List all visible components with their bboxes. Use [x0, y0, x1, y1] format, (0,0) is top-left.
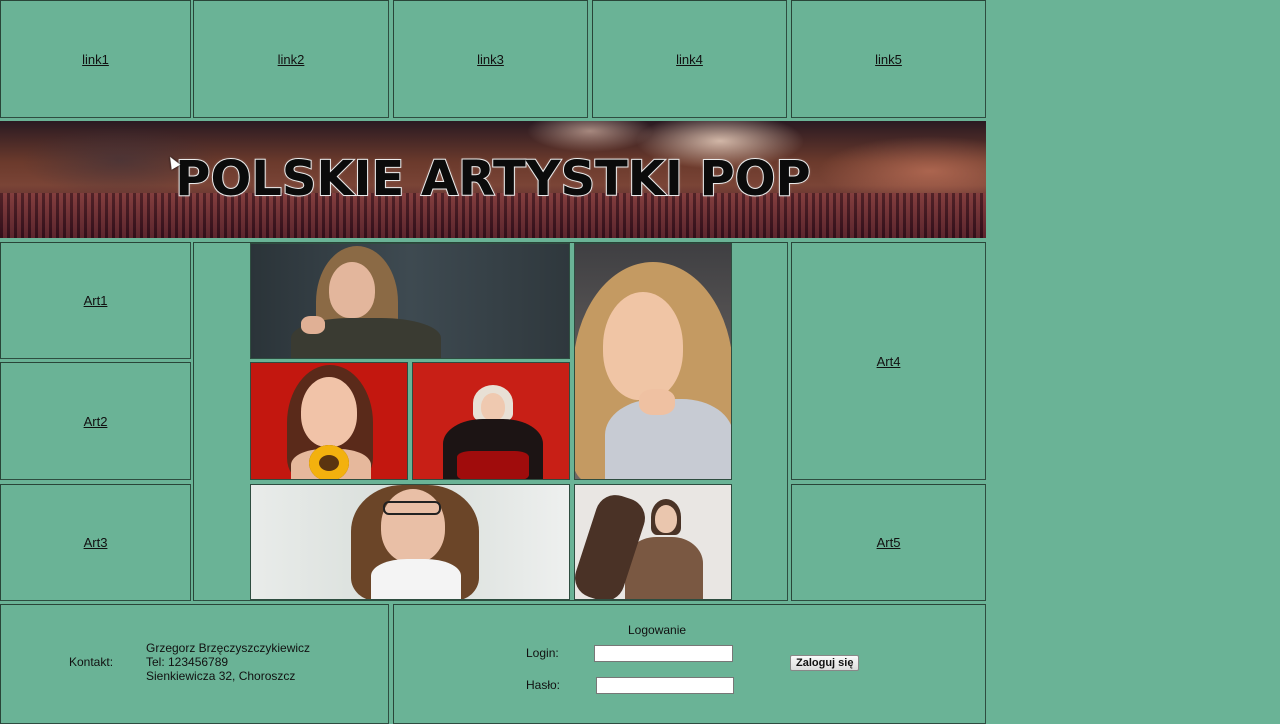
- login-input[interactable]: [594, 645, 733, 662]
- nav-cell-1: link1: [0, 0, 191, 118]
- nav-cell-2: link2: [193, 0, 389, 118]
- artist-cell-5: Art5: [791, 484, 986, 601]
- artist-link-3[interactable]: Art3: [84, 535, 108, 550]
- contact-name: Grzegorz Brzęczyszczykiewicz: [146, 641, 311, 655]
- artist-photo-4: [412, 362, 570, 480]
- banner-title: POLSKIE ARTYSTKI POP: [174, 150, 811, 208]
- login-heading: Logowanie: [628, 623, 687, 637]
- login-submit-button[interactable]: Zaloguj się: [790, 655, 860, 671]
- artist-cell-2: Art2: [0, 362, 191, 480]
- artist-photo-2: [574, 243, 732, 480]
- artist-photo-5: [250, 484, 570, 600]
- artist-photo-1: [250, 243, 570, 359]
- password-input[interactable]: [596, 677, 734, 694]
- artist-link-2[interactable]: Art2: [84, 414, 108, 429]
- nav-link-2[interactable]: link2: [278, 52, 305, 67]
- artist-link-4[interactable]: Art4: [877, 354, 901, 369]
- header-banner: POLSKIE ARTYSTKI POP: [0, 121, 986, 238]
- nav-link-1[interactable]: link1: [82, 52, 109, 67]
- artist-cell-3: Art3: [0, 484, 191, 601]
- nav-link-3[interactable]: link3: [477, 52, 504, 67]
- nav-link-4[interactable]: link4: [676, 52, 703, 67]
- artist-cell-1: Art1: [0, 242, 191, 359]
- login-label: Login:: [526, 646, 559, 660]
- contact-phone: Tel: 123456789: [146, 655, 229, 669]
- contact-address: Sienkiewicza 32, Choroszcz: [146, 669, 296, 683]
- nav-cell-5: link5: [791, 0, 986, 118]
- artist-photo-6: [574, 484, 732, 600]
- artist-photo-3: [250, 362, 408, 480]
- artist-link-5[interactable]: Art5: [877, 535, 901, 550]
- nav-link-5[interactable]: link5: [875, 52, 902, 67]
- artist-link-1[interactable]: Art1: [84, 293, 108, 308]
- nav-cell-4: link4: [592, 0, 787, 118]
- artist-cell-4: Art4: [791, 242, 986, 480]
- login-panel: [393, 604, 986, 724]
- password-label: Hasło:: [526, 678, 561, 692]
- contact-label: Kontakt:: [69, 655, 114, 669]
- nav-cell-3: link3: [393, 0, 588, 118]
